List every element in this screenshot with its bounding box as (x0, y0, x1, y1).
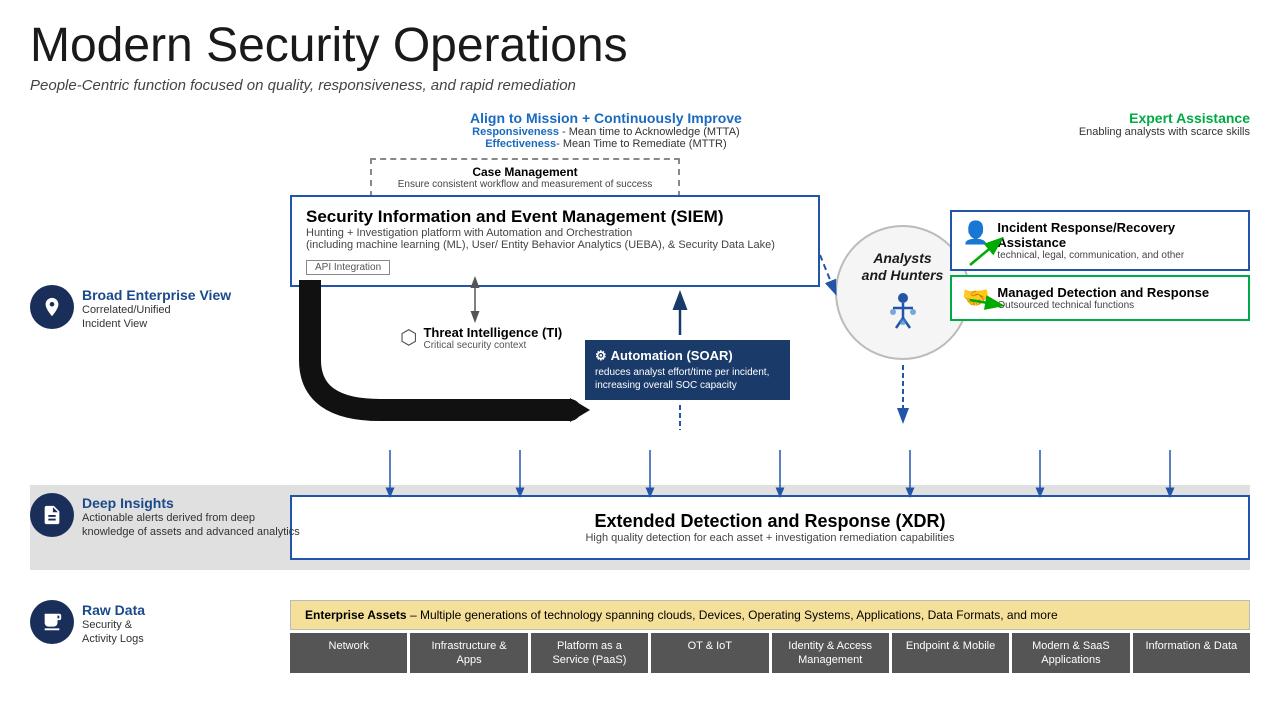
mdr-sub: Outsourced technical functions (997, 300, 1209, 311)
ti-title: Threat Intelligence (TI) (423, 325, 562, 340)
xdr-title: Extended Detection and Response (XDR) (312, 511, 1228, 532)
soar-title: ⚙Automation (SOAR) (595, 348, 780, 364)
ir-title: Incident Response/Recovery Assistance (997, 220, 1238, 250)
asset-tag: Network (290, 633, 407, 674)
asset-tag: Platform as a Service (PaaS) (531, 633, 648, 674)
soar-box: ⚙Automation (SOAR) reduces analyst effor… (585, 340, 790, 400)
deep-sub2: knowledge of assets and advanced analyti… (82, 525, 300, 539)
enterprise-section: Enterprise Assets – Multiple generations… (290, 600, 1250, 674)
raw-sub1: Security & (82, 618, 145, 632)
siem-sub2: (including machine learning (ML), User/ … (306, 239, 804, 251)
ti-sub: Critical security context (423, 340, 562, 351)
expert-title: Expert Assistance (1079, 110, 1250, 126)
deep-title: Deep Insights (82, 495, 300, 511)
effectiveness-label: Effectiveness (485, 138, 556, 150)
expert-sub: Enabling analysts with scarce skills (1079, 126, 1250, 138)
expert-section: Expert Assistance Enabling analysts with… (1079, 110, 1250, 138)
soar-sub: reduces analyst effort/time per incident… (595, 366, 780, 392)
broad-sub2: Incident View (82, 317, 231, 331)
raw-data-label: Raw Data Security & Activity Logs (30, 600, 145, 647)
siem-sub1: Hunting + Investigation platform with Au… (306, 227, 804, 239)
page-subtitle: People-Centric function focused on quali… (30, 77, 1250, 94)
enterprise-rest: – Multiple generations of technology spa… (407, 608, 1058, 622)
ir-icon: 👤 (962, 220, 989, 246)
ti-section: ⬡ Threat Intelligence (TI) Critical secu… (400, 325, 562, 351)
api-badge: API Integration (306, 260, 390, 275)
raw-title: Raw Data (82, 602, 145, 618)
asset-tag: Infrastructure & Apps (410, 633, 527, 674)
page: Modern Security Operations People-Centri… (0, 0, 1280, 720)
align-title: Align to Mission + Continuously Improve (470, 110, 742, 126)
ir-sub: technical, legal, communication, and oth… (997, 250, 1238, 261)
effectiveness-text: - Mean Time to Remediate (MTTR) (556, 138, 727, 150)
siem-title: Security Information and Event Managemen… (306, 207, 804, 227)
case-mgmt-sub: Ensure consistent workflow and measureme… (382, 179, 668, 190)
deep-icon (30, 493, 74, 537)
xdr-sub: High quality detection for each asset + … (312, 532, 1228, 544)
xdr-box: Extended Detection and Response (XDR) Hi… (290, 495, 1250, 560)
flow-curve (280, 280, 590, 480)
mdr-title: Managed Detection and Response (997, 285, 1209, 300)
deep-insights-label: Deep Insights Actionable alerts derived … (30, 493, 300, 540)
raw-icon (30, 600, 74, 644)
case-mgmt-title: Case Management (382, 165, 668, 179)
ti-icon: ⬡ (400, 325, 417, 350)
raw-sub2: Activity Logs (82, 632, 145, 646)
case-mgmt-box: Case Management Ensure consistent workfl… (370, 158, 680, 197)
analysts-title2: and Hunters (862, 267, 944, 284)
broad-enterprise-label: Broad Enterprise View Correlated/Unified… (30, 285, 231, 332)
ir-box: 👤 Incident Response/Recovery Assistance … (950, 210, 1250, 271)
asset-tag: Endpoint & Mobile (892, 633, 1009, 674)
enterprise-bold: Enterprise Assets (305, 608, 407, 622)
enterprise-header: Enterprise Assets – Multiple generations… (290, 600, 1250, 630)
asset-tag: Modern & SaaS Applications (1012, 633, 1129, 674)
broad-icon (30, 285, 74, 329)
siem-box: Security Information and Event Managemen… (290, 195, 820, 287)
mdr-icon: 🤝 (962, 285, 989, 311)
analysts-title1: Analysts (862, 250, 944, 267)
deep-sub1: Actionable alerts derived from deep (82, 511, 300, 525)
page-title: Modern Security Operations (30, 20, 1250, 73)
asset-tag: Information & Data (1133, 633, 1250, 674)
broad-title: Broad Enterprise View (82, 287, 231, 303)
mdr-box: 🤝 Managed Detection and Response Outsour… (950, 275, 1250, 321)
asset-tag: OT & IoT (651, 633, 768, 674)
broad-sub1: Correlated/Unified (82, 303, 231, 317)
title-section: Modern Security Operations People-Centri… (30, 20, 1250, 94)
asset-tags-container: NetworkInfrastructure & AppsPlatform as … (290, 633, 1250, 674)
asset-tag: Identity & Access Management (772, 633, 889, 674)
responsiveness-text: - Mean time to Acknowledge (MTTA) (559, 126, 740, 138)
analysts-figure (883, 290, 923, 335)
align-section: Align to Mission + Continuously Improve … (470, 110, 742, 150)
responsiveness-label: Responsiveness (472, 126, 559, 138)
